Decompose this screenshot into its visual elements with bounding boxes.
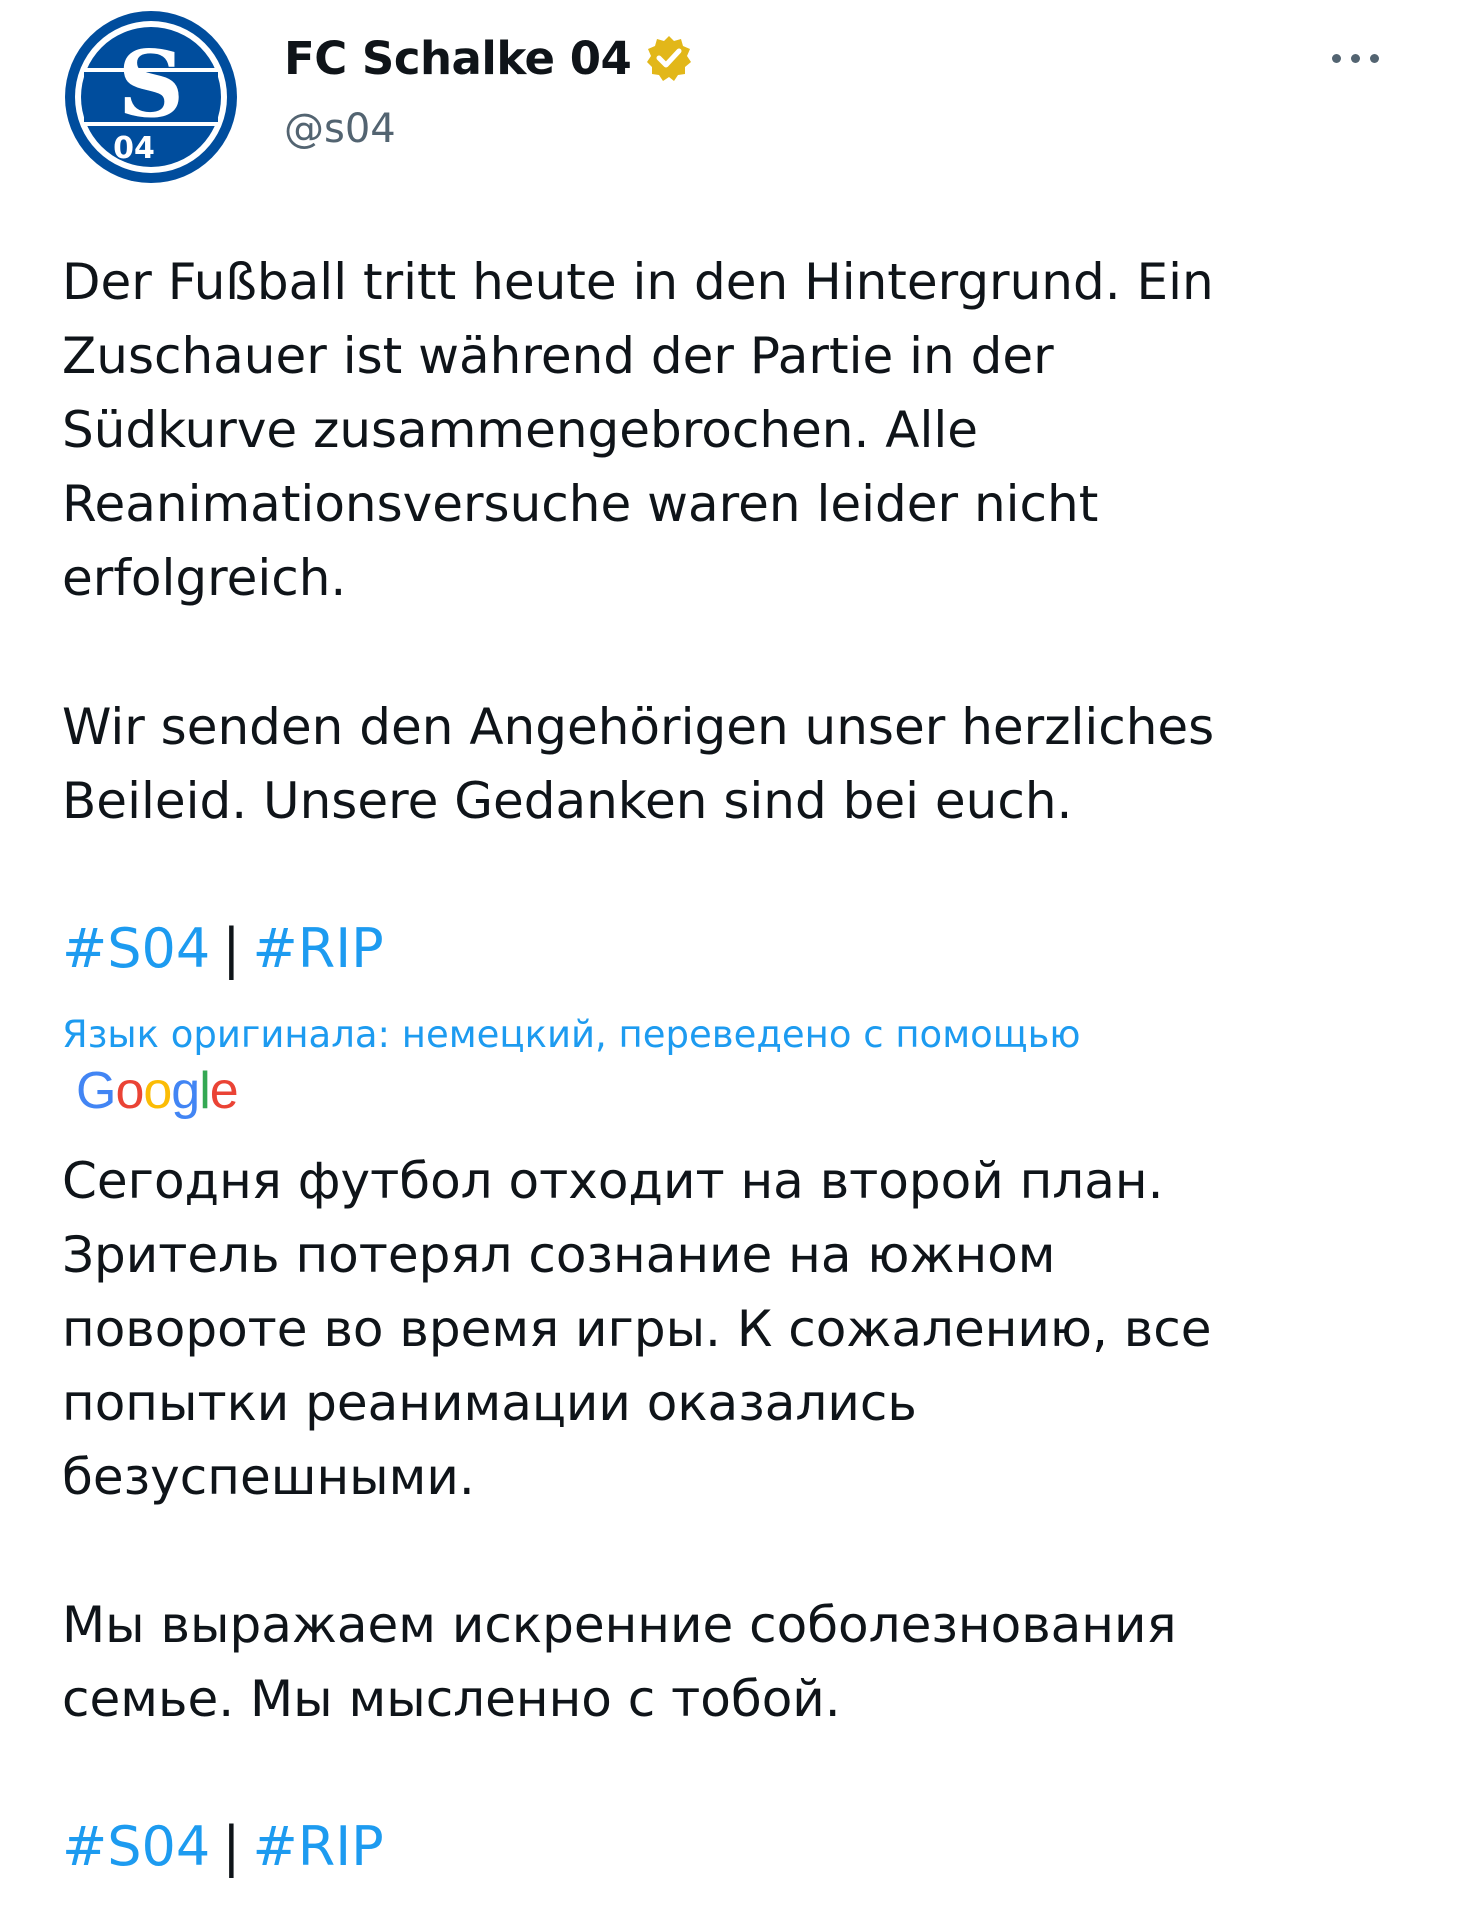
- google-logo: Google: [76, 1062, 239, 1120]
- original-text-paragraph-1: Der Fußball tritt heute in den Hintergru…: [62, 245, 1402, 615]
- display-name[interactable]: FC Schalke 04: [284, 32, 632, 85]
- svg-text:04: 04: [113, 131, 155, 166]
- text-line: Зритель потерял сознание на южном: [62, 1226, 1056, 1284]
- more-options-button[interactable]: [1332, 38, 1402, 78]
- verified-badge-icon[interactable]: [645, 34, 693, 82]
- hashtag-separator: |: [222, 917, 241, 980]
- text-line: Сегодня футбол отходит на второй план.: [62, 1152, 1164, 1210]
- original-text-paragraph-2: Wir senden den Angehörigen unser herzlic…: [62, 690, 1402, 838]
- tweet: S 04 FC Schalke 04 @s04 Der Fußball trit…: [0, 0, 1460, 1921]
- text-line: повороте во время игры. К сожалению, все: [62, 1300, 1212, 1358]
- text-line: попытки реанимации оказались: [62, 1374, 917, 1432]
- text-line: семье. Мы мысленно с тобой.: [62, 1670, 841, 1728]
- hashtag-separator: |: [222, 1815, 241, 1878]
- translation-note-link[interactable]: Язык оригинала: немецкий, переведено с п…: [62, 1010, 1081, 1060]
- avatar[interactable]: S 04: [62, 8, 240, 186]
- text-line: Zuschauer ist während der Partie in der: [62, 327, 1054, 385]
- text-line: безуспешными.: [62, 1448, 475, 1506]
- schalke-logo-icon: S 04: [65, 11, 237, 183]
- hashtag-link-s04[interactable]: #S04: [62, 917, 210, 980]
- handle[interactable]: @s04: [284, 106, 396, 152]
- name-row: FC Schalke 04: [284, 28, 693, 88]
- text-line: Beileid. Unsere Gedanken sind bei euch.: [62, 772, 1073, 830]
- text-line: Wir senden den Angehörigen unser herzlic…: [62, 698, 1215, 756]
- translated-hashtags: #S04 | #RIP: [62, 1810, 384, 1884]
- hashtag-link-s04[interactable]: #S04: [62, 1815, 210, 1878]
- translated-text-paragraph-2: Мы выражаем искренние соболезнования сем…: [62, 1588, 1402, 1736]
- translated-text-paragraph-1: Сегодня футбол отходит на второй план. З…: [62, 1144, 1402, 1514]
- text-line: Reanimationsversuche waren leider nicht: [62, 475, 1099, 533]
- text-line: erfolgreich.: [62, 549, 347, 607]
- hashtag-link-rip[interactable]: #RIP: [252, 1815, 383, 1878]
- tweet-header: S 04 FC Schalke 04 @s04: [62, 8, 1402, 188]
- svg-text:S: S: [118, 30, 184, 138]
- text-line: Мы выражаем искренние соболезнования: [62, 1596, 1177, 1654]
- original-hashtags: #S04 | #RIP: [62, 912, 384, 986]
- more-horizontal-icon: [1332, 53, 1379, 63]
- text-line: Der Fußball tritt heute in den Hintergru…: [62, 253, 1214, 311]
- hashtag-link-rip[interactable]: #RIP: [252, 917, 383, 980]
- text-line: Südkurve zusammengebrochen. Alle: [62, 401, 979, 459]
